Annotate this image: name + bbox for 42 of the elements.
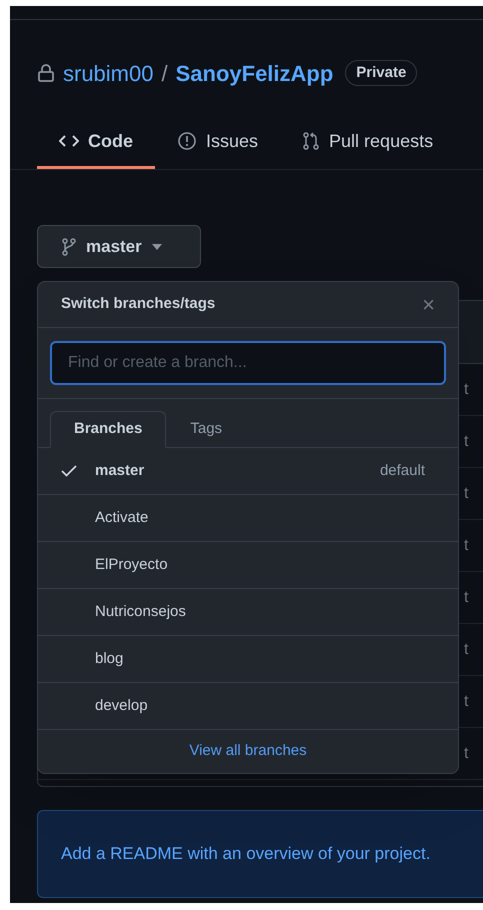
branch-search-field[interactable]: Find or create a branch... [50,341,446,385]
branch-select-button[interactable]: master [37,225,201,268]
nav-tab[interactable]: Issues [155,116,280,169]
file-row-text: t [464,744,468,764]
caret-icon [152,244,162,250]
visibility-label: Private [345,60,418,86]
file-row-text: t [464,588,468,608]
file-row-text: t [464,640,468,660]
nav-tab[interactable]: Code [37,116,155,169]
file-row-text: t [464,380,468,400]
branch-name: Nutriconsejos [95,602,186,622]
branch-name: develop [95,696,148,716]
menu-title: Switch branches/tags [61,294,216,314]
branch-name: Activate [95,508,148,528]
branch-name: blog [95,648,124,669]
branch-item[interactable]: master default [38,448,458,495]
branch-item[interactable]: develop [38,683,458,730]
pull-request-icon [302,131,320,151]
branch-item[interactable]: ElProyecto [38,542,458,589]
view-all-branches-link[interactable]: View all branches [38,730,458,773]
repo-owner-link[interactable]: srubim00 [63,56,154,90]
branch-name: master [95,460,144,481]
file-row-text: t [464,432,468,452]
branch-item[interactable]: blog [38,636,458,683]
file-row-text: t [464,536,468,556]
path-separator: / [161,60,168,88]
menu-tab[interactable]: Tags [166,411,246,448]
branch-icon [62,236,76,256]
branch-item[interactable]: Nutriconsejos [38,589,458,636]
file-row-text: t [464,692,468,712]
menu-tab[interactable]: Branches [50,411,166,448]
check-icon [61,465,77,477]
readme-banner: Add a README with an overview of your project. [37,810,483,898]
default-label: default [380,460,425,481]
file-row-text: t [464,484,468,504]
code-icon [59,134,79,148]
branch-item[interactable]: Activate [38,495,458,542]
lock-icon [37,63,55,83]
issue-icon [177,131,197,151]
branch-name: ElProyecto [95,554,168,575]
nav-tab[interactable]: Pull requests [280,116,456,169]
repo-name-link[interactable]: SanoyFelizApp [176,56,334,90]
